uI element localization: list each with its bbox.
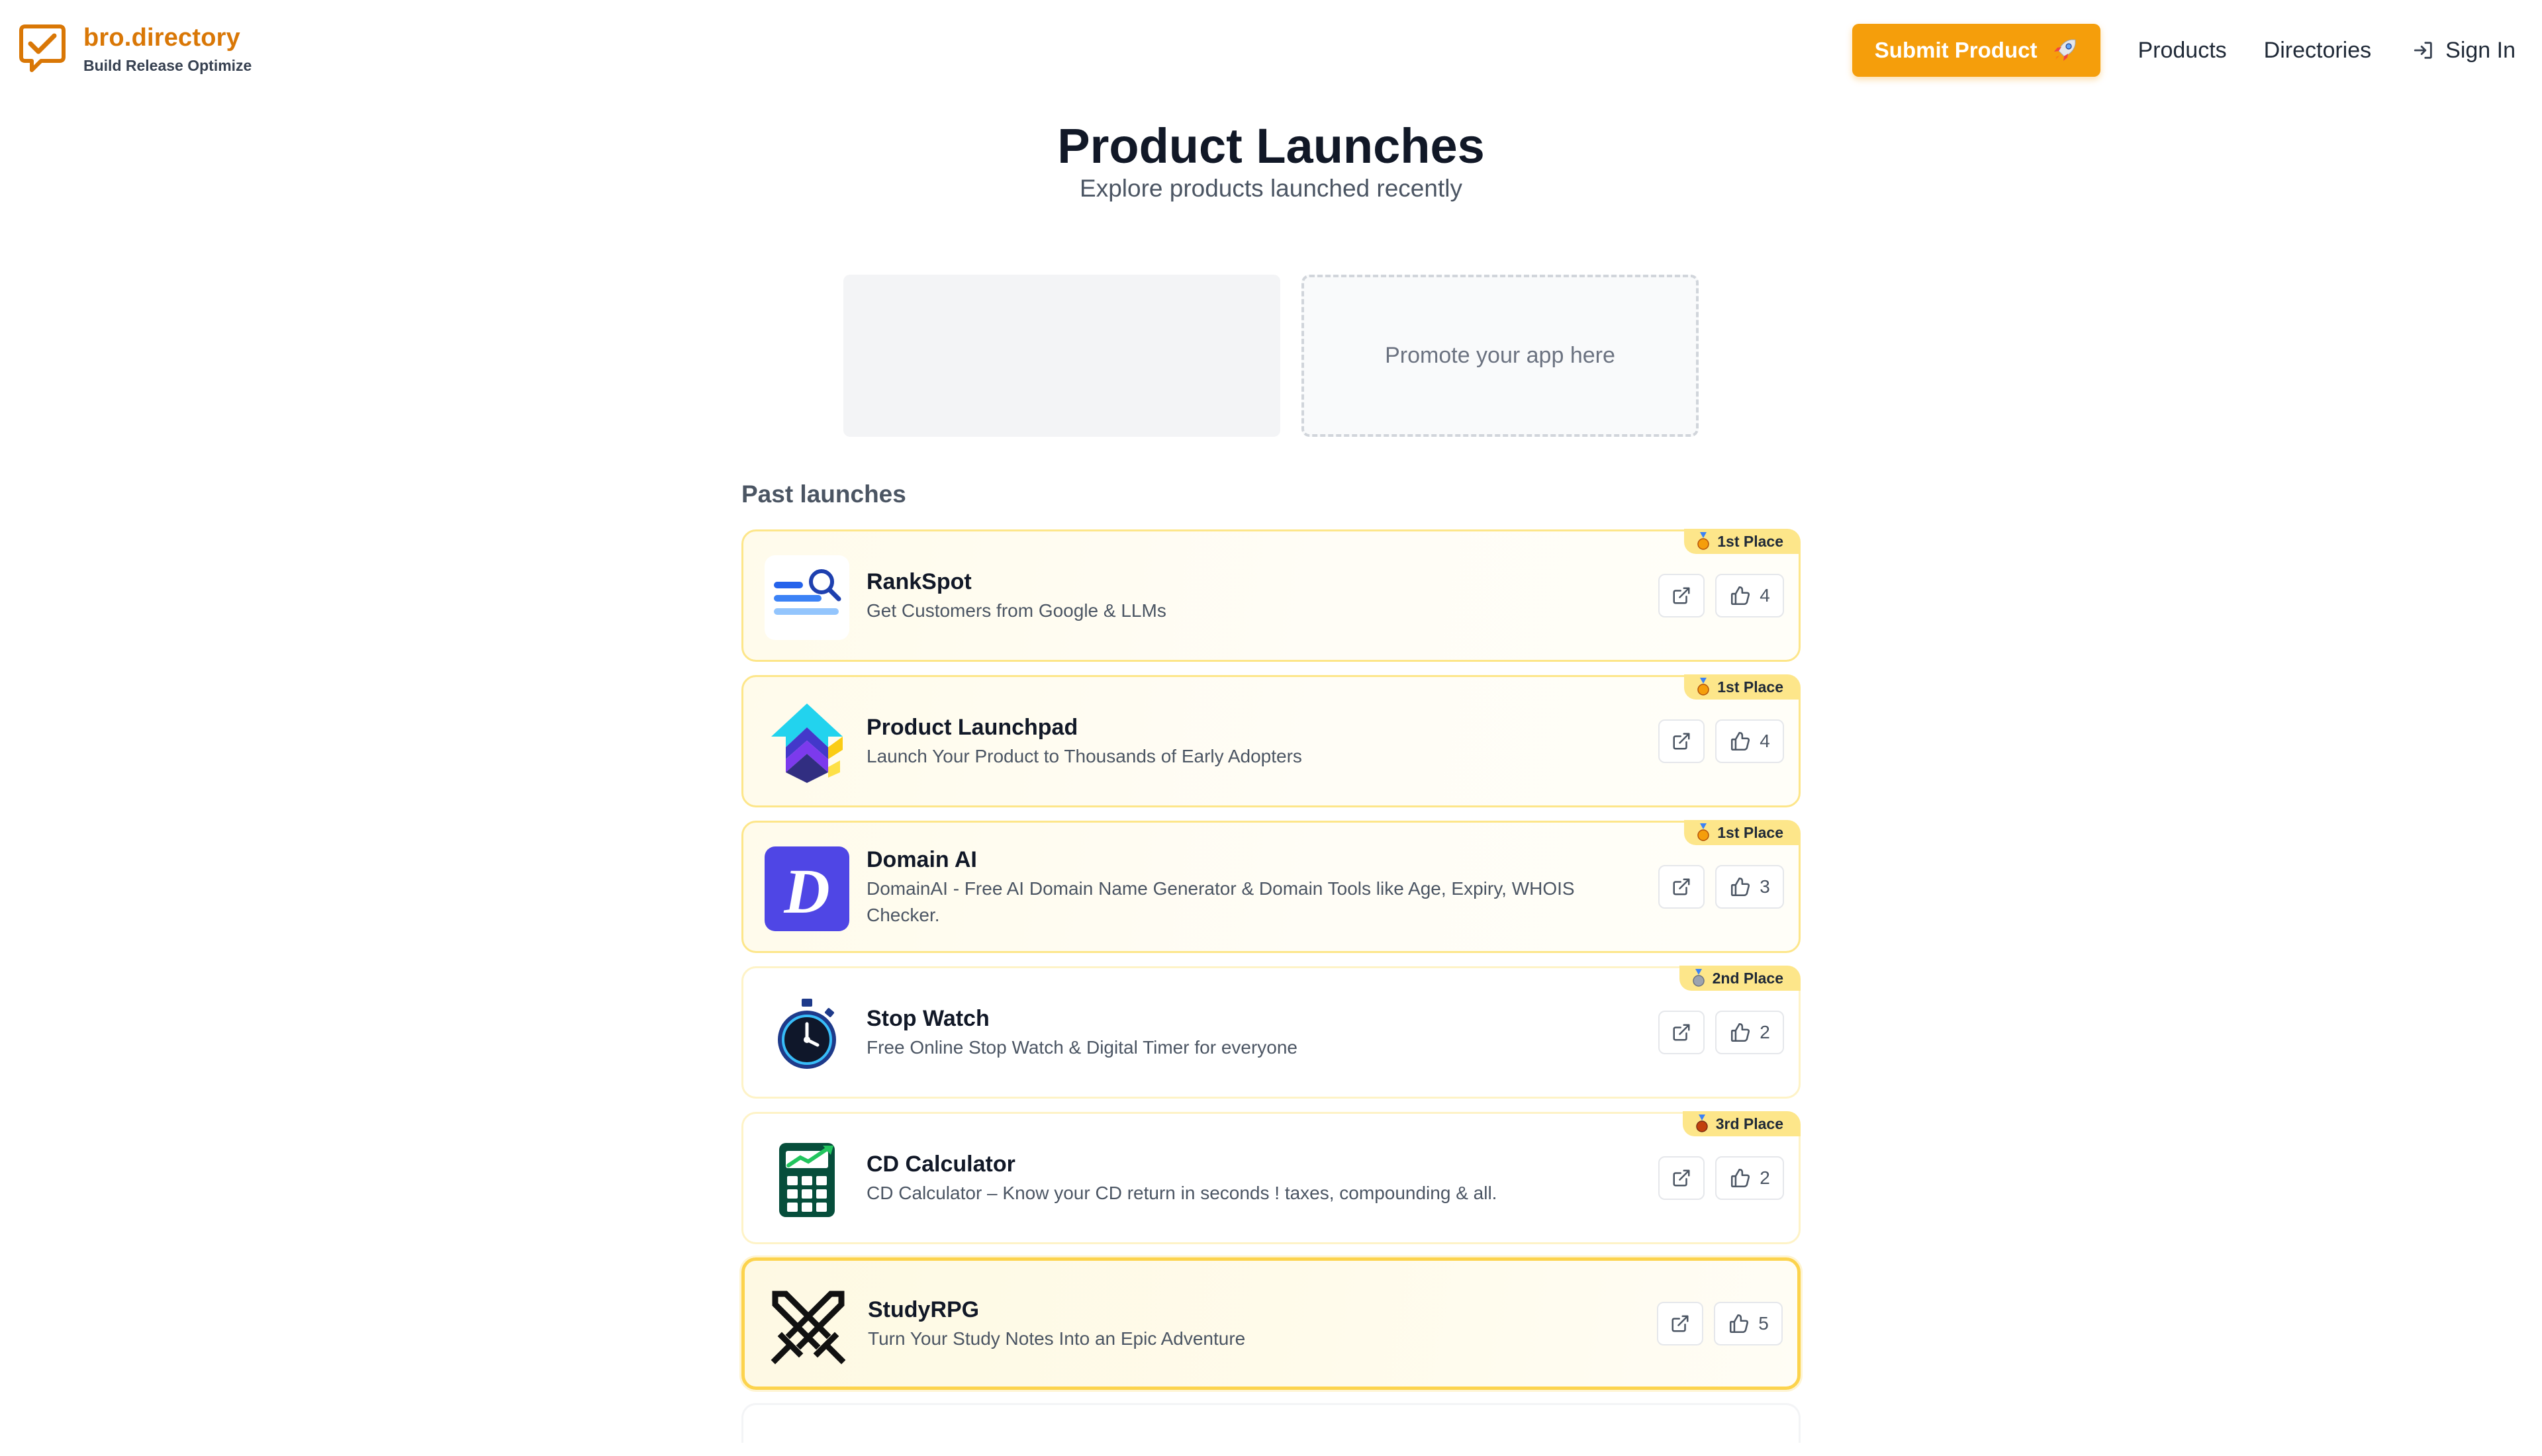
product-description: Turn Your Study Notes Into an Epic Adven… [868,1328,1246,1349]
promote-app-slot[interactable]: Promote your app here [1301,275,1699,437]
domain-ai-logo: D [765,846,849,931]
upvote-count: 3 [1760,876,1770,897]
launch-list: 1st Place RankSpot Get Customers from Go… [741,529,1801,1456]
upvote-count: 4 [1760,585,1770,606]
external-link-icon [1673,1169,1690,1187]
product-description: Free Online Stop Watch & Digital Timer f… [867,1037,1297,1058]
nav-directories-link[interactable]: Directories [2264,38,2371,64]
sponsored-slot[interactable] [843,275,1280,437]
thumbs-up-icon [1731,586,1750,606]
rocket-icon [2054,39,2076,61]
product-description: DomainAI - Free AI Domain Name Generator… [867,878,1575,925]
visit-website-button[interactable] [1657,1302,1703,1345]
product-logo [765,992,849,1077]
visit-website-button[interactable] [1658,865,1705,909]
launch-card[interactable]: 1st Place Product Launchpad Launch Your … [741,674,1801,807]
upvote-button[interactable]: 3 [1715,865,1784,909]
visit-website-button[interactable] [1658,1156,1705,1200]
brand-tagline: Build Release Optimize [83,57,252,74]
page-title: Product Launches [1057,118,1485,173]
thumbs-up-icon [1731,731,1750,751]
sign-in-link[interactable]: Sign In [2412,38,2516,64]
product-logo [765,555,849,640]
product-name[interactable]: RankSpot [867,567,1587,596]
brand-check-logo-icon [19,24,66,72]
brand-name: bro.directory [83,24,240,52]
submit-product-label: Submit Product [1874,38,2038,62]
promote-app-text: Promote your app here [1385,343,1615,368]
external-link-icon [1673,1024,1690,1041]
external-link-icon [1673,878,1690,895]
product-description: Launch Your Product to Thousands of Earl… [867,746,1302,766]
upvote-count: 5 [1758,1313,1769,1334]
external-link-icon [1671,1315,1689,1332]
sign-in-label: Sign In [2445,37,2516,63]
visit-website-button[interactable] [1658,719,1705,763]
svg-text:D: D [783,856,829,927]
rankspot-logo [765,555,849,640]
upvote-button[interactable]: 4 [1715,719,1784,763]
launchpad-logo [771,704,843,783]
submit-product-button[interactable]: Submit Product [1852,24,2101,77]
crossed-swords-logo [771,1291,846,1365]
launch-card[interactable]: 1st Place RankSpot Get Customers from Go… [741,529,1801,662]
product-name[interactable]: Domain AI [867,845,1587,874]
thumbs-up-icon [1731,1023,1750,1042]
thumbs-up-icon [1731,877,1750,897]
top-bar: bro.directory Build Release Optimize Sub… [0,0,2542,99]
thumbs-up-icon [1731,1168,1750,1188]
upvote-count: 4 [1760,731,1770,751]
visit-website-button[interactable] [1658,574,1705,617]
section-title: Past launches [741,480,906,508]
launch-card[interactable]: 3rd Place CD Calculator CD Calculator – … [741,1111,1801,1244]
product-description: Get Customers from Google & LLMs [867,600,1166,621]
calculator-logo [765,1138,849,1222]
product-name[interactable]: Product Launchpad [867,713,1587,742]
product-logo: D [765,846,849,931]
product-logo [765,1138,849,1222]
launch-card[interactable]: 1st Place D Domain AI DomainAI - Free AI… [741,820,1801,953]
visit-website-button[interactable] [1658,1011,1705,1054]
product-logo [765,701,849,786]
launch-card[interactable]: 2nd Place Stop Watch Free Online Stop Wa… [741,966,1801,1099]
product-name[interactable]: CD Calculator [867,1150,1587,1179]
external-link-icon [1673,733,1690,750]
upvote-button[interactable]: 5 [1714,1302,1783,1345]
upvote-count: 2 [1760,1022,1770,1042]
product-logo [766,1285,851,1369]
upvote-count: 2 [1760,1167,1770,1188]
page-subtitle: Explore products launched recently [1080,175,1462,202]
main-nav: Submit Product Products Directories Sign… [1852,24,2516,77]
brand[interactable]: bro.directory Build Release Optimize [19,23,252,75]
stopwatch-logo [765,992,849,1077]
launch-card-featured[interactable]: StudyRPG Turn Your Study Notes Into an E… [741,1257,1801,1390]
upvote-button[interactable]: 4 [1715,574,1784,617]
nav-products-link[interactable]: Products [2138,38,2226,64]
upvote-button[interactable]: 2 [1715,1011,1784,1054]
upvote-button[interactable]: 2 [1715,1156,1784,1200]
thumbs-up-icon [1730,1314,1749,1334]
product-description: CD Calculator – Know your CD return in s… [867,1183,1497,1203]
sign-in-icon [2414,42,2432,59]
launch-card-partial[interactable] [741,1403,1801,1443]
external-link-icon [1673,587,1690,604]
product-name[interactable]: Stop Watch [867,1004,1587,1033]
product-name[interactable]: StudyRPG [868,1295,1585,1324]
